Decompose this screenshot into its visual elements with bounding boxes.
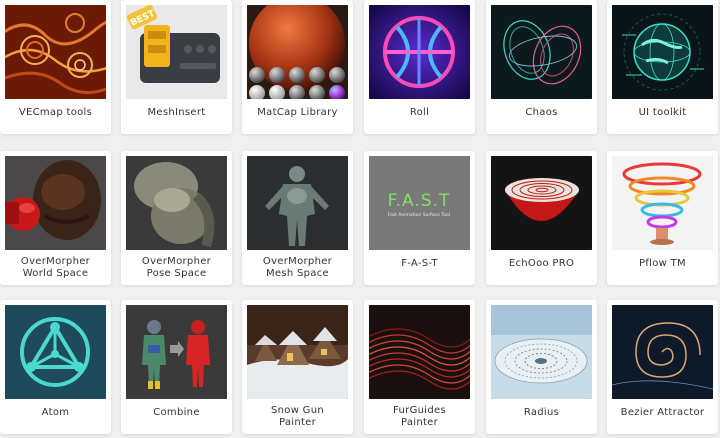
product-thumbnail-overmorpher-world <box>5 156 106 250</box>
product-card-atom[interactable]: Atom <box>0 300 111 434</box>
fast-thumb-subtitle: Fast Animation Surface Tool <box>388 212 450 218</box>
product-label-overmorpher-pose: OverMorpher Pose Space <box>141 256 212 279</box>
product-card-echooo[interactable]: EchOoo PRO <box>486 151 597 285</box>
product-card-fast[interactable]: F.A.S.T Fast Animation Surface Tool F-A-… <box>364 151 475 285</box>
product-thumbnail-roll <box>369 5 470 99</box>
product-card-pflow[interactable]: Pflow TM <box>607 151 718 285</box>
product-card-matcap[interactable]: MatCap Library <box>242 0 353 134</box>
product-label-combine: Combine <box>153 407 200 418</box>
product-thumbnail-snowgun <box>247 305 348 399</box>
product-thumbnail-uitoolkit <box>612 5 713 99</box>
product-label-matcap: MatCap Library <box>257 107 338 118</box>
product-card-uitoolkit[interactable]: UI toolkit <box>607 0 718 134</box>
product-label-echooo: EchOoo PRO <box>508 258 575 269</box>
product-card-bezier[interactable]: Bezier Attractor <box>607 300 718 434</box>
product-label-snowgun: Snow Gun Painter <box>271 405 324 428</box>
product-thumbnail-fast: F.A.S.T Fast Animation Surface Tool <box>369 156 470 250</box>
product-label-overmorpher-world: OverMorpher World Space <box>20 256 91 279</box>
product-thumbnail-vecmap <box>5 5 106 99</box>
product-grid: VECmap tools BEST MeshInsert MatCap Libr… <box>0 0 720 438</box>
product-label-atom: Atom <box>41 407 70 418</box>
product-card-roll[interactable]: Roll <box>364 0 475 134</box>
product-card-meshinsert[interactable]: BEST MeshInsert <box>121 0 232 134</box>
product-thumbnail-matcap <box>247 5 348 99</box>
product-thumbnail-combine <box>126 305 227 399</box>
product-label-vecmap: VECmap tools <box>18 107 93 118</box>
product-card-overmorpher-mesh[interactable]: OverMorpher Mesh Space <box>242 151 353 285</box>
product-label-bezier: Bezier Attractor <box>620 407 705 418</box>
fast-thumb-title: F.A.S.T <box>388 191 451 211</box>
product-label-roll: Roll <box>409 107 430 118</box>
product-card-combine[interactable]: Combine <box>121 300 232 434</box>
product-thumbnail-atom <box>5 305 106 399</box>
product-label-meshinsert: MeshInsert <box>147 107 206 118</box>
product-label-radius: Radius <box>523 407 560 418</box>
product-card-overmorpher-world[interactable]: OverMorpher World Space <box>0 151 111 285</box>
product-thumbnail-echooo <box>491 156 592 250</box>
product-card-vecmap[interactable]: VECmap tools <box>0 0 111 134</box>
product-label-overmorpher-mesh: OverMorpher Mesh Space <box>262 256 333 279</box>
product-label-pflow: Pflow TM <box>639 258 686 269</box>
product-thumbnail-furguides <box>369 305 470 399</box>
product-thumbnail-pflow <box>612 156 713 250</box>
product-card-snowgun[interactable]: Snow Gun Painter <box>242 300 353 434</box>
product-thumbnail-chaos <box>491 5 592 99</box>
product-card-overmorpher-pose[interactable]: OverMorpher Pose Space <box>121 151 232 285</box>
product-label-furguides: FurGuides Painter <box>393 405 446 428</box>
product-label-uitoolkit: UI toolkit <box>638 107 687 118</box>
product-card-radius[interactable]: Radius <box>486 300 597 434</box>
product-thumbnail-bezier <box>612 305 713 399</box>
product-label-chaos: Chaos <box>525 107 558 118</box>
product-thumbnail-overmorpher-pose <box>126 156 227 250</box>
product-thumbnail-overmorpher-mesh <box>247 156 348 250</box>
product-card-chaos[interactable]: Chaos <box>486 0 597 134</box>
product-thumbnail-meshinsert: BEST <box>126 5 227 99</box>
product-card-furguides[interactable]: FurGuides Painter <box>364 300 475 434</box>
product-label-fast: F-A-S-T <box>401 258 438 269</box>
product-thumbnail-radius <box>491 305 592 399</box>
